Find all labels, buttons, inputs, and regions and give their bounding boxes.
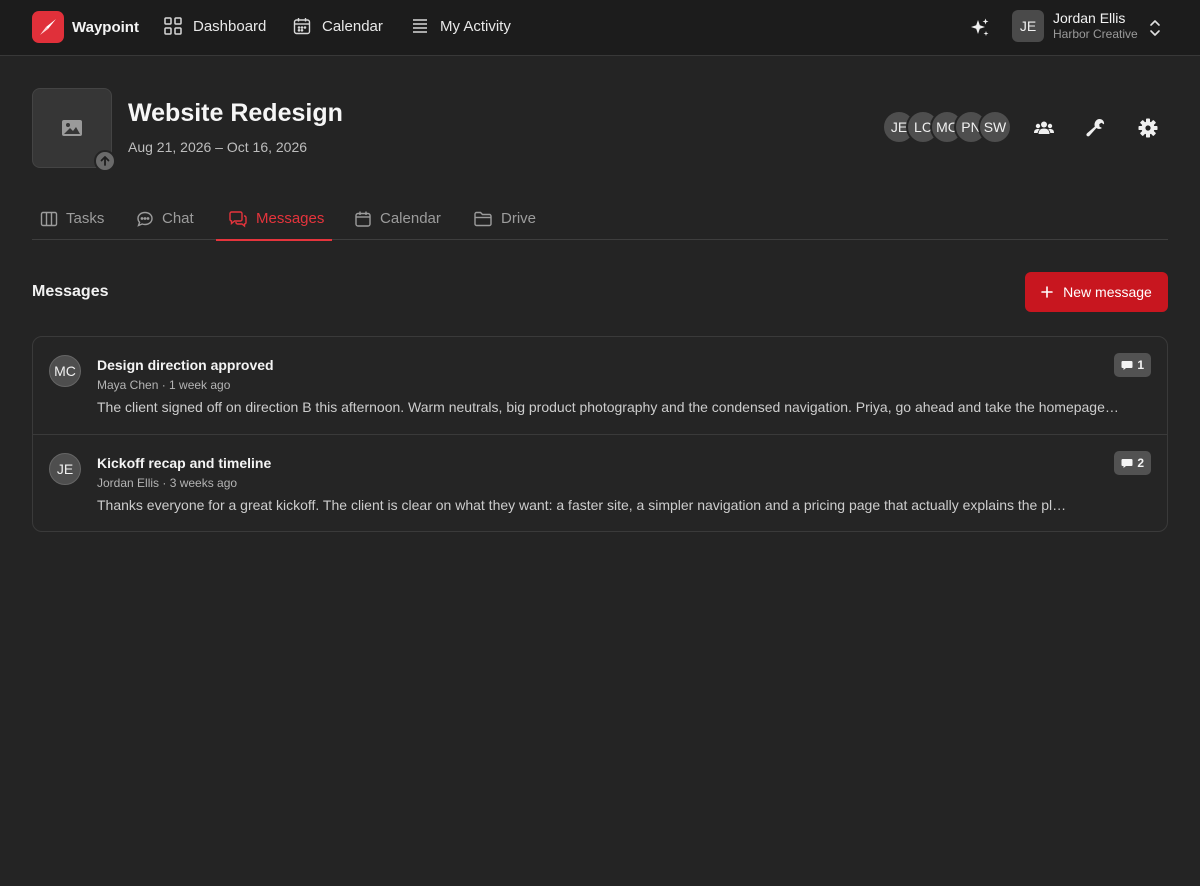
- tab-calendar[interactable]: Calendar: [354, 200, 441, 240]
- image-icon: [62, 120, 82, 136]
- message-preview: The client signed off on direction B thi…: [97, 399, 1119, 415]
- message-title[interactable]: Design direction approved: [97, 357, 274, 373]
- user-avatar: JE: [1012, 10, 1044, 42]
- tab-drive[interactable]: Drive: [473, 200, 536, 240]
- chevron-up-down-icon[interactable]: [1148, 18, 1162, 43]
- author-avatar: MC: [49, 355, 81, 387]
- tab-label: Drive: [501, 210, 537, 227]
- tab-label: Tasks: [66, 210, 105, 227]
- user-org: Harbor Creative: [1053, 27, 1138, 41]
- messages-icon: [229, 211, 247, 228]
- section-title: Messages: [32, 283, 109, 300]
- tab-label: Messages: [256, 210, 325, 227]
- tab-tasks[interactable]: Tasks: [40, 200, 104, 240]
- project-date-range: Aug 21, 2026 – Oct 16, 2026: [128, 139, 308, 155]
- app-name: Waypoint: [72, 18, 139, 36]
- logo-icon: [32, 11, 64, 43]
- project-tabs: Tasks Chat Messages Calendar Drive: [32, 200, 1168, 241]
- plus-icon: [1041, 286, 1053, 298]
- brand[interactable]: Waypoint: [32, 11, 139, 43]
- user-name: Jordan Ellis: [1053, 10, 1126, 26]
- chat-bubble-icon: [137, 211, 153, 227]
- nav-activity-label: My Activity: [440, 17, 511, 35]
- comment-count: 1: [1137, 358, 1144, 372]
- columns-icon: [40, 211, 58, 227]
- message-item[interactable]: JE Kickoff recap and timeline Jordan Ell…: [33, 434, 1167, 531]
- new-message-label: New message: [1063, 284, 1152, 300]
- nav-dashboard-label: Dashboard: [193, 17, 267, 35]
- message-item[interactable]: MC Design direction approved Maya Chen ·…: [33, 337, 1167, 434]
- author-avatar: JE: [49, 453, 81, 485]
- calendar-icon: [355, 211, 371, 227]
- sparkle-icon[interactable]: [969, 17, 991, 44]
- message-meta: Maya Chen · 1 week ago: [97, 378, 231, 392]
- message-title[interactable]: Kickoff recap and timeline: [97, 455, 271, 471]
- calendar-icon: [293, 18, 311, 35]
- message-preview: Thanks everyone for a great kickoff. The…: [97, 497, 1067, 513]
- upload-arrow-icon[interactable]: [94, 150, 116, 172]
- tab-label: Calendar: [380, 210, 441, 227]
- folder-icon: [474, 211, 492, 227]
- user-menu[interactable]: JE Jordan Ellis Harbor Creative: [1012, 10, 1138, 42]
- gear-icon[interactable]: [1137, 117, 1159, 144]
- member-avatar[interactable]: SW: [978, 110, 1012, 144]
- nav-calendar[interactable]: Calendar: [292, 16, 383, 36]
- wrench-icon[interactable]: [1085, 117, 1107, 144]
- member-avatars[interactable]: JE LC MC PN SW: [882, 110, 1012, 144]
- activity-list-icon: [413, 19, 427, 33]
- message-meta: Jordan Ellis · 3 weeks ago: [97, 476, 238, 490]
- top-bar: Waypoint Dashboard Calendar My Activity: [0, 0, 1200, 56]
- comment-count-badge[interactable]: 2: [1114, 451, 1151, 475]
- comment-icon: [1121, 458, 1133, 468]
- tab-messages[interactable]: Messages: [215, 200, 333, 241]
- nav-calendar-label: Calendar: [322, 17, 383, 35]
- dashboard-grid-icon: [164, 17, 182, 35]
- comment-count: 2: [1137, 456, 1144, 470]
- team-icon[interactable]: [1033, 117, 1055, 144]
- tab-chat[interactable]: Chat: [136, 200, 194, 240]
- comment-icon: [1121, 360, 1133, 370]
- comment-count-badge[interactable]: 1: [1114, 353, 1151, 377]
- tab-label: Chat: [162, 210, 194, 227]
- project-title: Website Redesign: [128, 99, 343, 127]
- nav-dashboard[interactable]: Dashboard: [163, 16, 266, 36]
- nav-my-activity[interactable]: My Activity: [410, 16, 511, 36]
- message-list: MC Design direction approved Maya Chen ·…: [32, 336, 1168, 532]
- new-message-button[interactable]: New message: [1025, 272, 1168, 312]
